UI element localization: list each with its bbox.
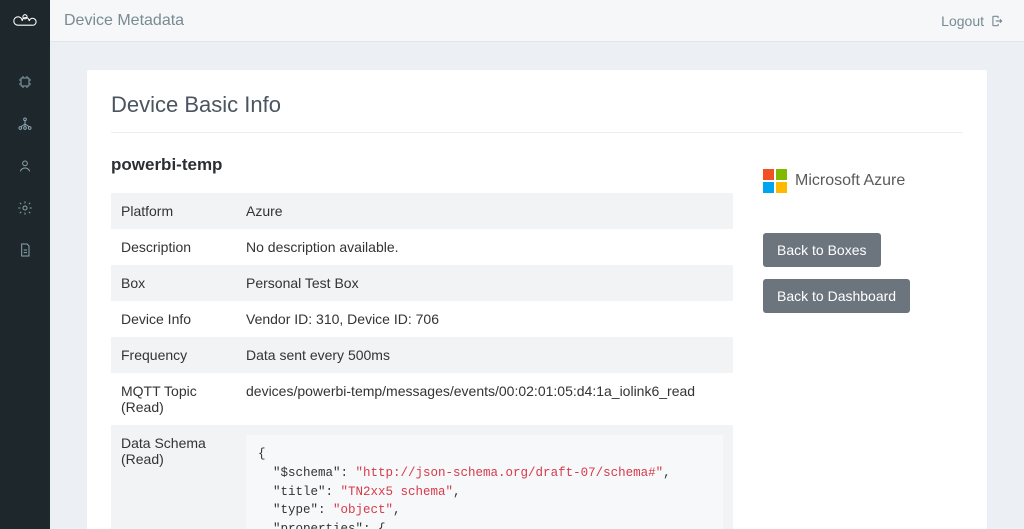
row-value: { "$schema": "http://json-schema.org/dra… [236,425,733,529]
logout-link[interactable]: Logout [941,13,1004,29]
main-content: Device Basic Info powerbi-temp PlatformA… [50,42,1024,529]
card-title: Device Basic Info [111,92,963,133]
table-row: Device InfoVendor ID: 310, Device ID: 70… [111,301,733,337]
table-row: BoxPersonal Test Box [111,265,733,301]
row-label: Frequency [111,337,236,373]
sidebar [0,0,50,529]
schema-code: { "$schema": "http://json-schema.org/dra… [246,435,723,529]
platform-brand: Microsoft Azure [763,169,963,193]
page-title: Device Metadata [64,12,184,30]
logout-label: Logout [941,13,984,29]
row-label: Device Info [111,301,236,337]
row-label: Box [111,265,236,301]
table-row: DescriptionNo description available. [111,229,733,265]
sidebar-item-network[interactable] [0,112,50,136]
table-row: FrequencyData sent every 500ms [111,337,733,373]
row-label: Description [111,229,236,265]
row-value: No description available. [236,229,733,265]
device-info-table: PlatformAzureDescriptionNo description a… [111,193,733,529]
row-value: Data sent every 500ms [236,337,733,373]
sidebar-item-users[interactable] [0,154,50,178]
row-value: Azure [236,193,733,229]
table-row: Data Schema (Read){ "$schema": "http://j… [111,425,733,529]
document-icon [17,242,33,258]
platform-brand-label: Microsoft Azure [795,172,905,190]
network-icon [17,116,33,132]
sidebar-item-settings[interactable] [0,196,50,220]
microsoft-logo-icon [763,169,787,193]
logout-icon [990,14,1004,28]
gear-icon [17,200,33,216]
row-label: Platform [111,193,236,229]
app-logo[interactable] [0,0,50,42]
sidebar-item-docs[interactable] [0,238,50,262]
row-value: Personal Test Box [236,265,733,301]
row-value: Vendor ID: 310, Device ID: 706 [236,301,733,337]
row-value: devices/powerbi-temp/messages/events/00:… [236,373,733,425]
topbar: Device Metadata Logout [50,0,1024,42]
chip-icon [17,74,33,90]
cloud-logo-icon [11,11,39,31]
table-row: MQTT Topic (Read)devices/powerbi-temp/me… [111,373,733,425]
back-to-boxes-button[interactable]: Back to Boxes [763,233,881,267]
row-label: Data Schema (Read) [111,425,236,529]
sidebar-item-devices[interactable] [0,70,50,94]
table-row: PlatformAzure [111,193,733,229]
device-name: powerbi-temp [111,155,733,175]
back-to-dashboard-button[interactable]: Back to Dashboard [763,279,910,313]
row-label: MQTT Topic (Read) [111,373,236,425]
device-info-card: Device Basic Info powerbi-temp PlatformA… [87,70,987,529]
user-icon [17,158,33,174]
